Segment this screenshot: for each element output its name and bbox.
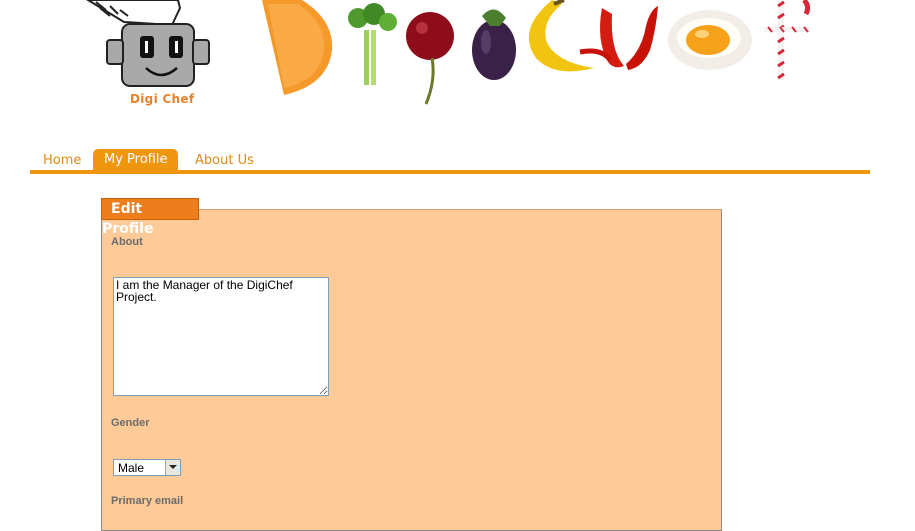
tab-my-profile[interactable]: My Profile	[93, 149, 179, 171]
about-textarea[interactable]: I am the Manager of the DigiChef Project…	[113, 277, 329, 396]
logo-caption: Digi Chef	[130, 92, 195, 106]
tab-home[interactable]: Home	[43, 150, 81, 171]
main-navigation: Home My Profile About Us	[30, 147, 870, 174]
gender-selected-value: Male	[118, 461, 145, 475]
chili-pepper-icon	[579, 6, 658, 70]
gender-select[interactable]: Male	[113, 459, 181, 476]
site-header: Digi Chef	[0, 0, 915, 120]
cherry-icon	[406, 12, 454, 105]
celery-icon	[348, 3, 397, 85]
edit-profile-heading-text: Edit Profile	[102, 201, 154, 237]
robot-head	[121, 23, 195, 87]
candy-cane-icon	[764, 0, 811, 80]
gender-label: Gender	[111, 417, 150, 429]
digichef-vegetable-banner	[262, 0, 811, 105]
eggplant-icon	[472, 9, 516, 80]
chef-hat-icon	[86, 0, 182, 27]
egg-icon	[668, 10, 752, 70]
edit-profile-heading: Edit Profile	[101, 198, 199, 237]
orange-slice-icon	[262, 0, 333, 95]
nav-underline	[30, 170, 870, 174]
tab-about-us[interactable]: About Us	[195, 150, 254, 171]
about-label: About	[111, 236, 143, 248]
primary-email-label: Primary email	[111, 495, 184, 507]
banana-icon	[528, 0, 594, 72]
chevron-down-icon[interactable]	[165, 460, 180, 475]
